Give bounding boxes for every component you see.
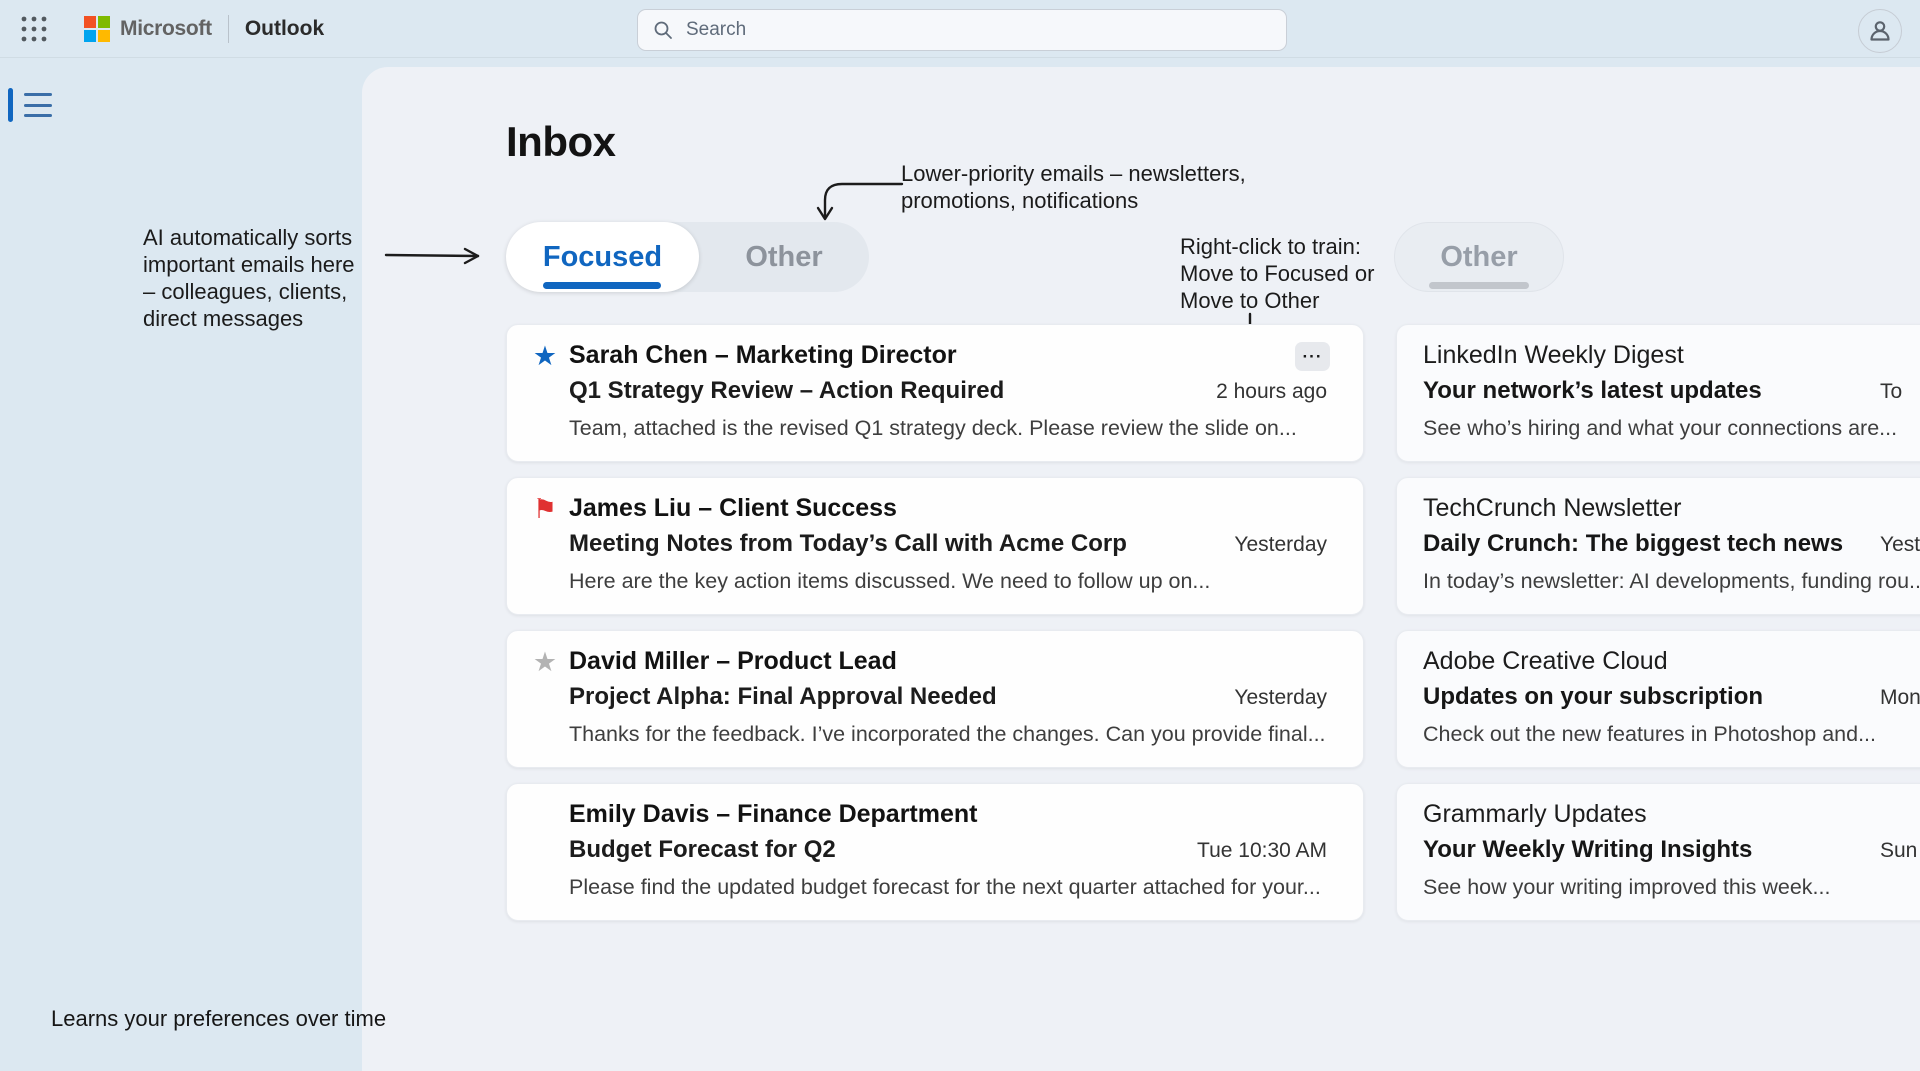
account-button[interactable] bbox=[1858, 9, 1902, 53]
email-subject: Your network’s latest updates bbox=[1423, 374, 1762, 408]
email-subject: Daily Crunch: The biggest tech news bbox=[1423, 527, 1843, 561]
email-sender: Sarah Chen – Marketing Director bbox=[569, 338, 957, 372]
person-icon bbox=[1867, 18, 1893, 44]
email-preview: Here are the key action items discussed.… bbox=[569, 565, 1210, 597]
page-title: Inbox bbox=[506, 118, 616, 166]
email-preview: See how your writing improved this week.… bbox=[1423, 871, 1830, 903]
microsoft-wordmark: Microsoft bbox=[120, 17, 212, 41]
annotation-focused: AI automatically sorts important emails … bbox=[143, 224, 355, 332]
email-time: 2 hours ago bbox=[1216, 377, 1327, 407]
footer-annotation: Learns your preferences over time bbox=[51, 1006, 386, 1032]
tab-focused-label: Focused bbox=[543, 241, 662, 274]
email-sender: James Liu – Client Success bbox=[569, 491, 897, 525]
focused-email-row[interactable]: ★ David Miller – Product Lead Project Al… bbox=[506, 630, 1364, 768]
microsoft-logo-icon bbox=[84, 16, 110, 42]
star-blue-icon[interactable]: ★ bbox=[529, 339, 561, 373]
email-sender: Emily Davis – Finance Department bbox=[569, 797, 977, 831]
logo-square-green bbox=[98, 16, 110, 28]
tab-focused-underline bbox=[543, 282, 661, 289]
email-time: Mon bbox=[1880, 683, 1920, 713]
email-preview: See who’s hiring and what your connectio… bbox=[1423, 412, 1897, 444]
brand-area: Microsoft Outlook bbox=[84, 15, 324, 43]
email-preview: Team, attached is the revised Q1 strateg… bbox=[569, 412, 1297, 444]
star-gray-icon[interactable]: ★ bbox=[529, 645, 561, 679]
search-bar bbox=[637, 9, 1287, 51]
email-sender: LinkedIn Weekly Digest bbox=[1423, 338, 1684, 372]
arrow-to-focused-tab bbox=[384, 242, 494, 270]
logo-square-red bbox=[84, 16, 96, 28]
app-launcher-icon[interactable] bbox=[20, 15, 48, 43]
email-sender: Grammarly Updates bbox=[1423, 797, 1647, 831]
tab-other-label: Other bbox=[745, 241, 822, 274]
search-icon bbox=[653, 20, 673, 40]
nav-selection-accent bbox=[8, 88, 13, 122]
flag-red-icon[interactable]: ⚑ bbox=[529, 492, 561, 526]
email-preview: Check out the new features in Photoshop … bbox=[1423, 718, 1876, 750]
email-sender: Adobe Creative Cloud bbox=[1423, 644, 1668, 678]
top-bar: Microsoft Outlook bbox=[0, 0, 1920, 58]
focused-email-row[interactable]: Emily Davis – Finance Department Budget … bbox=[506, 783, 1364, 921]
other-email-row[interactable]: LinkedIn Weekly Digest Your network’s la… bbox=[1396, 324, 1920, 462]
email-preview: Please find the updated budget forecast … bbox=[569, 871, 1321, 903]
other-panel-tab-underline bbox=[1429, 282, 1529, 289]
other-email-row[interactable]: Adobe Creative Cloud Updates on your sub… bbox=[1396, 630, 1920, 768]
annotation-train: Right-click to train: Move to Focused or… bbox=[1180, 233, 1374, 314]
email-subject: Q1 Strategy Review – Action Required bbox=[569, 374, 1004, 408]
other-panel-tab[interactable]: Other bbox=[1394, 222, 1564, 292]
hamburger-line bbox=[24, 114, 52, 117]
other-email-row[interactable]: TechCrunch Newsletter Daily Crunch: The … bbox=[1396, 477, 1920, 615]
email-time: Sun bbox=[1880, 836, 1917, 866]
email-subject: Budget Forecast for Q2 bbox=[569, 833, 836, 867]
email-subject: Meeting Notes from Today’s Call with Acm… bbox=[569, 527, 1127, 561]
email-sender: David Miller – Product Lead bbox=[569, 644, 897, 678]
email-time: Yesterday bbox=[1234, 683, 1327, 713]
email-preview: Thanks for the feedback. I’ve incorporat… bbox=[569, 718, 1326, 750]
logo-square-yellow bbox=[98, 30, 110, 42]
tab-other[interactable]: Other bbox=[699, 222, 869, 292]
app-title: Outlook bbox=[245, 17, 324, 41]
tab-focused[interactable]: Focused bbox=[506, 222, 699, 292]
hamburger-menu-icon[interactable] bbox=[24, 93, 52, 117]
outlook-window: Microsoft Outlook Learns your preference… bbox=[0, 0, 1920, 1071]
inbox-tab-group: Focused Other bbox=[506, 222, 869, 292]
annotation-other: Lower-priority emails – newsletters, pro… bbox=[901, 160, 1246, 214]
hamburger-line bbox=[24, 104, 52, 107]
brand-divider bbox=[228, 15, 229, 43]
email-time: Yesterday bbox=[1234, 530, 1327, 560]
email-preview: In today’s newsletter: AI developments, … bbox=[1423, 565, 1920, 597]
email-subject: Project Alpha: Final Approval Needed bbox=[569, 680, 997, 714]
focused-email-row[interactable]: ⚑ James Liu – Client Success Meeting Not… bbox=[506, 477, 1364, 615]
email-time: To bbox=[1880, 377, 1902, 407]
email-subject: Your Weekly Writing Insights bbox=[1423, 833, 1752, 867]
search-input[interactable] bbox=[637, 9, 1287, 51]
hamburger-line bbox=[24, 93, 52, 96]
email-sender: TechCrunch Newsletter bbox=[1423, 491, 1681, 525]
other-email-row[interactable]: Grammarly Updates Your Weekly Writing In… bbox=[1396, 783, 1920, 921]
other-panel-tab-label: Other bbox=[1440, 241, 1517, 274]
arrow-to-other-tab bbox=[812, 176, 907, 228]
logo-square-blue bbox=[84, 30, 96, 42]
email-time: Tue 10:30 AM bbox=[1197, 836, 1327, 866]
email-subject: Updates on your subscription bbox=[1423, 680, 1763, 714]
more-options-button[interactable]: ··· bbox=[1295, 342, 1330, 371]
email-time: Yest bbox=[1880, 530, 1920, 560]
focused-email-row[interactable]: ★ Sarah Chen – Marketing Director ··· Q1… bbox=[506, 324, 1364, 462]
